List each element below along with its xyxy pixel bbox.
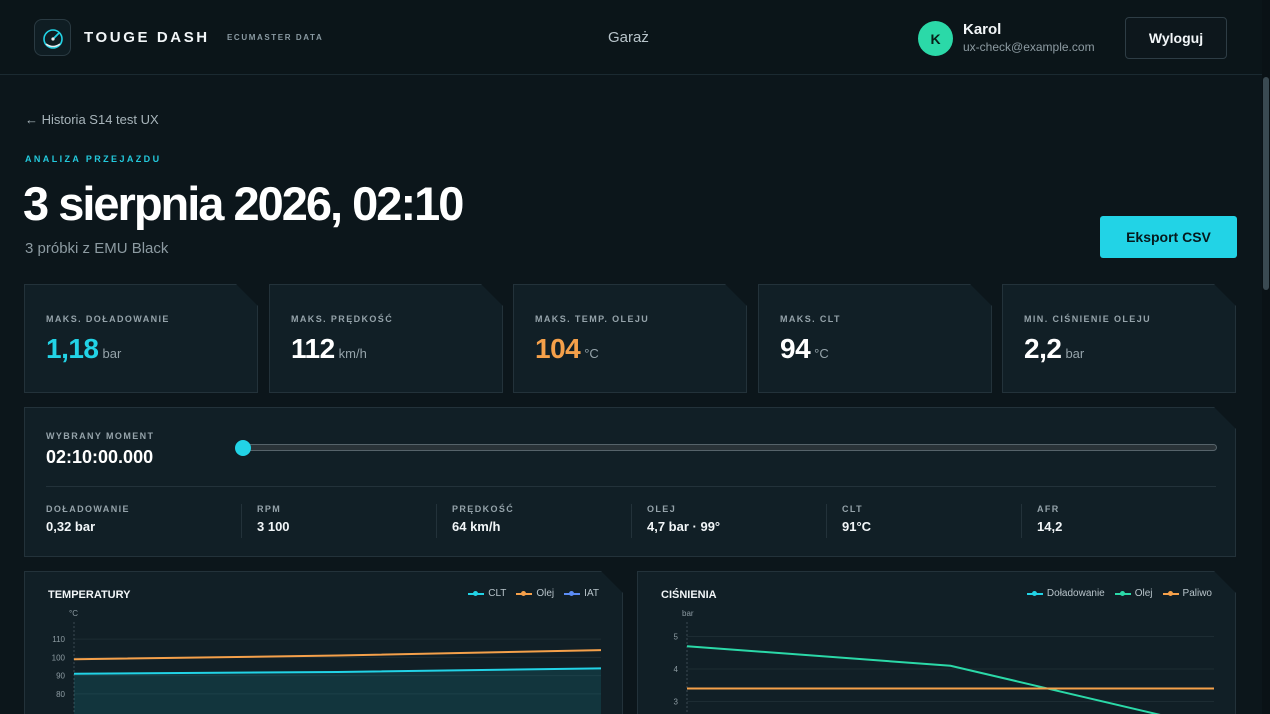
metric-separator [826, 504, 827, 538]
metric-label: PRĘDKOŚĆ [452, 504, 515, 514]
logout-button[interactable]: Wyloguj [1125, 17, 1227, 59]
page-title: 3 sierpnia 2026, 02:10 [23, 177, 464, 230]
timeline-slider[interactable] [242, 444, 1217, 451]
series-line-olej [687, 646, 1214, 714]
stat-unit: bar [1065, 346, 1085, 361]
moment-divider [46, 486, 1216, 487]
card-corner [479, 262, 502, 285]
stat-card-max-clt: MAKS. CLT 94 °C [758, 284, 992, 393]
page-subtitle: 3 próbki z EMU Black [25, 240, 169, 257]
metric-speed: PRĘDKOŚĆ 64 km/h [452, 504, 514, 538]
temperatures-chart[interactable]: °C 110 100 90 80 [25, 572, 624, 714]
pressures-chart-panel: CIŚNIENIA Doładowanie Olej Paliwo bar 5 4 3 [637, 571, 1236, 714]
metric-boost: DOŁADOWANIE 0,32 bar [46, 504, 130, 538]
temperatures-chart-panel: TEMPERATURY CLT Olej IAT °C 110 100 90 80 [24, 571, 623, 714]
stat-label: MAKS. CLT [780, 314, 841, 324]
user-email: ux-check@example.com [963, 40, 1095, 54]
brand-subtitle: ECUMASTER DATA [227, 33, 324, 42]
stat-number: 2,2 [1024, 333, 1062, 364]
metric-label: AFR [1037, 504, 1060, 514]
card-corner [968, 262, 991, 285]
y-tick-label: 4 [674, 665, 679, 674]
gauge-logo-icon [42, 28, 63, 49]
metric-label: RPM [257, 504, 282, 514]
y-tick-label: 90 [56, 672, 65, 681]
card-corner [1212, 262, 1235, 285]
metric-oil: OLEJ 4,7 bar · 99° [647, 504, 720, 538]
timeline-slider-handle[interactable] [235, 440, 251, 456]
stat-label: MAKS. TEMP. OLEJU [535, 314, 650, 324]
stat-value: 2,2 bar [1024, 333, 1084, 365]
metric-label: CLT [842, 504, 864, 514]
y-tick-label: 5 [674, 633, 679, 642]
back-to-history-link[interactable]: ← Historia S14 test UX [25, 112, 159, 127]
brand-name: TOUGE DASH [84, 29, 210, 46]
top-header: TOUGE DASH ECUMASTER DATA Garaż K Karol … [0, 0, 1262, 75]
stat-unit: °C [814, 346, 829, 361]
moment-label: WYBRANY MOMENT [46, 431, 155, 441]
stat-card-max-speed: MAKS. PRĘDKOŚĆ 112 km/h [269, 284, 503, 393]
selected-moment-panel: WYBRANY MOMENT 02:10:00.000 DOŁADOWANIE … [24, 407, 1236, 557]
stat-card-min-oil-pressure: MIN. CIŚNIENIE OLEJU 2,2 bar [1002, 284, 1236, 393]
stat-unit: km/h [338, 346, 367, 361]
metric-value: 3 100 [257, 519, 290, 534]
stat-value: 1,18 bar [46, 333, 121, 365]
metric-separator [241, 504, 242, 538]
y-axis-unit: bar [682, 609, 694, 618]
metric-afr: AFR 14,2 [1037, 504, 1062, 538]
stat-unit: bar [102, 346, 122, 361]
pressures-chart[interactable]: bar 5 4 3 [638, 572, 1237, 714]
metric-rpm: RPM 3 100 [257, 504, 290, 538]
stat-number: 1,18 [46, 333, 99, 364]
y-tick-label: 110 [52, 635, 65, 644]
metric-value: 64 km/h [452, 519, 501, 534]
series-area-clt [74, 668, 601, 714]
metric-clt: CLT 91°C [842, 504, 871, 538]
y-tick-label: 100 [52, 653, 66, 662]
metric-separator [1021, 504, 1022, 538]
stat-value: 104 °C [535, 333, 599, 365]
metric-value: 4,7 bar · 99° [647, 519, 721, 534]
stat-number: 112 [291, 333, 335, 364]
metric-separator [631, 504, 632, 538]
user-name: Karol [963, 21, 1002, 38]
card-corner [234, 262, 257, 285]
stat-label: MAKS. PRĘDKOŚĆ [291, 314, 394, 324]
stat-label: MIN. CIŚNIENIE OLEJU [1024, 314, 1152, 324]
stat-value: 112 km/h [291, 333, 367, 365]
metric-value: 91°C [842, 519, 872, 534]
metric-label: OLEJ [647, 504, 677, 514]
stat-card-max-oil-temp: MAKS. TEMP. OLEJU 104 °C [513, 284, 747, 393]
stat-number: 104 [535, 333, 581, 364]
stat-card-max-boost: MAKS. DOŁADOWANIE 1,18 bar [24, 284, 258, 393]
logo[interactable] [34, 19, 71, 56]
moment-time: 02:10:00.000 [46, 447, 154, 467]
section-eyebrow: ANALIZA PRZEJAZDU [25, 154, 162, 164]
stat-number: 94 [780, 333, 811, 364]
user-avatar[interactable]: K [918, 21, 953, 56]
stat-unit: °C [584, 346, 599, 361]
metric-value: 0,32 bar [46, 519, 96, 534]
y-tick-label: 3 [674, 698, 679, 707]
y-axis-unit: °C [69, 609, 78, 618]
metric-label: DOŁADOWANIE [46, 504, 130, 514]
scrollbar-thumb[interactable] [1263, 77, 1269, 290]
stat-value: 94 °C [780, 333, 829, 365]
nav-garage-link[interactable]: Garaż [608, 29, 649, 46]
stat-label: MAKS. DOŁADOWANIE [46, 314, 170, 324]
metric-value: 14,2 [1037, 519, 1063, 534]
metric-separator [436, 504, 437, 538]
export-csv-button[interactable]: Eksport CSV [1100, 216, 1237, 258]
y-tick-label: 80 [56, 690, 65, 699]
card-corner [723, 262, 746, 285]
